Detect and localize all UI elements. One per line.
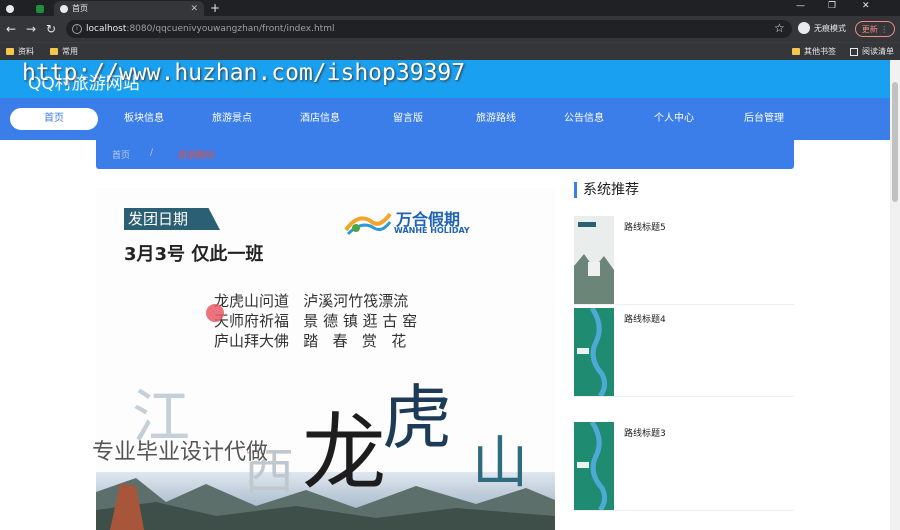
reading-list[interactable]: 阅读清单 xyxy=(850,46,894,57)
detail-poster-image: 发团日期 3月3号 仅此一班 万合假期 WANHE HOLIDAY 龙虎山问道 … xyxy=(96,188,555,530)
restore-button[interactable]: ❐ xyxy=(828,1,836,11)
address-bar-row: ← → ↻ localhost:8080/qqcuenivyouwangzhan… xyxy=(0,16,900,42)
browser-tab-bar: 首页 ✕ + — ❐ ✕ xyxy=(0,0,900,16)
back-icon[interactable]: ← xyxy=(6,22,16,36)
folder-icon xyxy=(792,48,800,55)
tab-active[interactable]: 首页 ✕ xyxy=(54,1,204,16)
other-bookmarks[interactable]: 其他书签 xyxy=(792,46,836,57)
bookmark-star-icon[interactable]: ☆ xyxy=(774,21,785,35)
site-info-icon[interactable]: i xyxy=(72,24,82,34)
incognito-indicator[interactable]: 无痕模式 xyxy=(798,22,846,34)
nav-routes[interactable]: 旅游路线 xyxy=(456,98,536,140)
recommend-item-title[interactable]: 路线标题5 xyxy=(624,220,666,233)
recommend-thumbnail[interactable] xyxy=(574,308,614,396)
itinerary-line: 天师府祈福 景 德 镇 逛 古 窑 xyxy=(214,312,418,330)
promo-overlay-text: 专业毕业设计代做 xyxy=(92,440,269,465)
incognito-icon xyxy=(798,22,810,34)
title-char: 虎 xyxy=(382,377,452,459)
update-button[interactable]: 更新 ⋮ xyxy=(855,21,895,37)
breadcrumb-home[interactable]: 首页 xyxy=(112,148,130,161)
poster-thumb-image xyxy=(574,216,614,304)
nav-admin[interactable]: 后台管理 xyxy=(724,98,804,140)
nav-guestbook[interactable]: 留言版 xyxy=(368,98,448,140)
tab-pinned-1[interactable] xyxy=(0,1,28,16)
poster-date: 3月3号 仅此一班 xyxy=(124,244,264,265)
recommend-item-title[interactable]: 路线标题4 xyxy=(624,312,666,325)
scrollbar-thumb[interactable] xyxy=(892,82,898,202)
nav-notices[interactable]: 公告信息 xyxy=(544,98,624,140)
breadcrumb-separator: / xyxy=(150,148,154,158)
poster-tag: 发团日期 xyxy=(124,208,220,230)
reading-list-icon xyxy=(850,47,858,56)
tab-close-icon[interactable]: ✕ xyxy=(190,4,198,14)
recommend-title: 系统推荐 xyxy=(574,182,639,198)
breadcrumb-current: 旅游路线 xyxy=(178,151,215,161)
globe-icon xyxy=(60,4,68,13)
nav-home[interactable]: 首页 xyxy=(10,108,98,130)
poster-itinerary: 龙虎山问道 泸溪河竹筏漂流 天师府祈福 景 德 镇 逛 古 窑 庐山拜大佛 踏 … xyxy=(214,291,417,351)
page-scrollbar[interactable] xyxy=(890,60,900,530)
bookmark-label: 资料 xyxy=(18,47,34,56)
brand-logo: 万合假期 WANHE HOLIDAY xyxy=(344,206,474,246)
bookmark-label: 阅读清单 xyxy=(862,47,894,56)
breadcrumb: 首页 / 旅游路线 xyxy=(96,140,794,169)
title-char: 龙 xyxy=(302,404,387,502)
new-tab-button[interactable]: + xyxy=(210,1,220,15)
forward-icon[interactable]: → xyxy=(26,22,36,36)
watermark-text: http://www.huzhan.com/ishop39397 xyxy=(22,60,466,86)
favicon-icon xyxy=(6,4,14,13)
bookmark-folder-2[interactable]: 常用 xyxy=(50,46,78,57)
site-header: QQ村旅游网站 http://www.huzhan.com/ishop39397 xyxy=(0,60,890,98)
url-host: localhost xyxy=(86,24,127,34)
url-path: :8080/qqcuenivyouwangzhan/front/index.ht… xyxy=(126,24,335,34)
brand-name-en: WANHE HOLIDAY xyxy=(394,226,470,235)
cursor-highlight xyxy=(206,304,224,322)
nav-profile[interactable]: 个人中心 xyxy=(634,98,714,140)
bookmark-label: 其他书签 xyxy=(804,47,836,56)
tab-pinned-2[interactable] xyxy=(30,1,52,16)
itinerary-line: 龙虎山问道 泸溪河竹筏漂流 xyxy=(214,292,409,310)
recommend-thumbnail[interactable] xyxy=(574,422,614,510)
folder-icon xyxy=(6,48,14,55)
incognito-label: 无痕模式 xyxy=(814,23,846,33)
reload-icon[interactable]: ↻ xyxy=(46,22,56,36)
nav-hotels[interactable]: 酒店信息 xyxy=(280,98,360,140)
recommend-item[interactable]: 路线标题4 xyxy=(574,308,794,397)
map-thumb-image xyxy=(574,422,614,510)
recommend-item[interactable]: 路线标题3 xyxy=(574,422,794,511)
sheet-favicon-icon xyxy=(36,4,44,13)
close-window-button[interactable]: ✕ xyxy=(862,1,870,11)
nav-sections[interactable]: 板块信息 xyxy=(104,98,184,140)
title-char: 山 xyxy=(472,431,528,496)
page-content: QQ村旅游网站 http://www.huzhan.com/ishop39397… xyxy=(0,60,890,530)
wave-logo-icon xyxy=(344,212,392,236)
recommend-thumbnail[interactable] xyxy=(574,216,614,304)
nav-attractions[interactable]: 旅游景点 xyxy=(192,98,272,140)
update-label: 更新 xyxy=(861,24,878,34)
bookmarks-bar: 资料 常用 其他书签 阅读清单 xyxy=(0,42,900,60)
minimize-button[interactable]: — xyxy=(796,1,805,11)
recommend-item[interactable]: 路线标题5 xyxy=(574,216,794,305)
bookmark-folder-1[interactable]: 资料 xyxy=(6,46,34,57)
recommend-item-title[interactable]: 路线标题3 xyxy=(624,426,666,439)
tab-title: 首页 xyxy=(72,4,88,13)
bookmark-label: 常用 xyxy=(62,47,78,56)
main-nav: 首页 板块信息 旅游景点 酒店信息 留言版 旅游路线 公告信息 个人中心 后台管… xyxy=(0,98,890,140)
map-thumb-image xyxy=(574,308,614,396)
itinerary-line: 庐山拜大佛 踏 春 赏 花 xyxy=(214,332,407,350)
poster-big-title: 江 西 龙 虎 山 xyxy=(126,358,546,502)
url-input[interactable]: localhost:8080/qqcuenivyouwangzhan/front… xyxy=(66,20,792,38)
folder-icon xyxy=(50,48,58,55)
